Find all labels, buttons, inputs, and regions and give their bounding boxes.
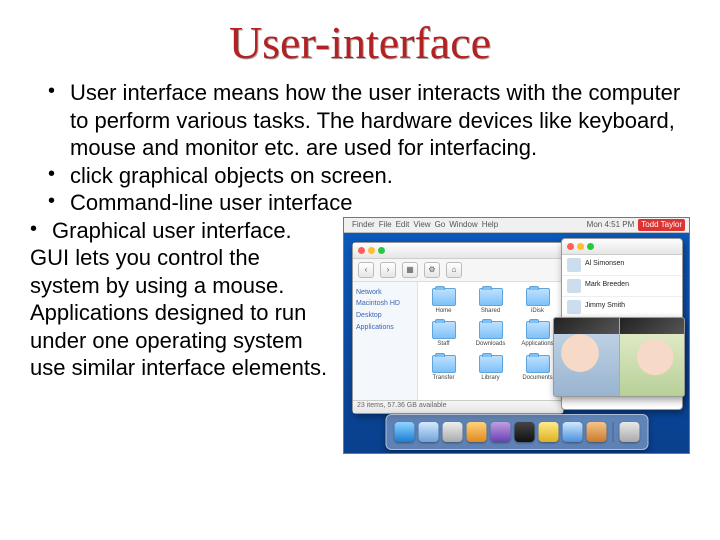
video-face bbox=[554, 318, 619, 396]
folder-label: Shared bbox=[481, 308, 500, 316]
menu-item: Window bbox=[449, 220, 477, 230]
bullet-item: User interface means how the user intera… bbox=[48, 79, 690, 162]
dock bbox=[385, 414, 648, 450]
folder-icon bbox=[479, 355, 503, 373]
folder-icon bbox=[526, 288, 550, 306]
minimize-icon bbox=[577, 243, 584, 250]
menu-item: Finder bbox=[352, 220, 375, 230]
avatar-icon bbox=[567, 279, 581, 293]
zoom-icon bbox=[378, 247, 385, 254]
video-face bbox=[619, 318, 685, 396]
zoom-icon bbox=[587, 243, 594, 250]
folder-icon bbox=[526, 321, 550, 339]
finder-sidebar: Network Macintosh HD Desktop Application… bbox=[353, 282, 418, 400]
avatar-icon bbox=[567, 300, 581, 314]
folder-icon bbox=[432, 355, 456, 373]
finder-window: ‹ › ▦ ⚙ ⌂ Network Macintosh HD Desktop bbox=[352, 242, 564, 414]
folder-label: Downloads bbox=[476, 341, 506, 349]
menubar-clock: Mon 4:51 PM bbox=[587, 220, 635, 230]
folder-icon bbox=[432, 321, 456, 339]
dock-finder-icon bbox=[394, 422, 414, 442]
slide: User-interface User interface means how … bbox=[0, 0, 720, 540]
sidebar-item: Macintosh HD bbox=[356, 300, 414, 309]
dock-separator bbox=[612, 422, 613, 442]
window-controls bbox=[562, 239, 682, 255]
sidebar-item: Network bbox=[356, 289, 414, 298]
folder-icon bbox=[432, 288, 456, 306]
dock-imovie-icon bbox=[514, 422, 534, 442]
folder-item: Transfer bbox=[422, 355, 465, 383]
dock-itunes-icon bbox=[490, 422, 510, 442]
folder-icon bbox=[479, 321, 503, 339]
buddy-name: Al Simonsen bbox=[585, 260, 624, 269]
bullet-item: click graphical objects on screen. bbox=[48, 162, 690, 190]
menu-item: Edit bbox=[396, 220, 410, 230]
dock-app-icon bbox=[562, 422, 582, 442]
bullet-list: Graphical user interface. bbox=[30, 217, 335, 245]
back-icon: ‹ bbox=[358, 262, 374, 278]
slide-body: User interface means how the user intera… bbox=[30, 79, 690, 454]
buddy-item: Jimmy Smith bbox=[562, 297, 682, 318]
home-icon: ⌂ bbox=[446, 262, 462, 278]
forward-icon: › bbox=[380, 262, 396, 278]
folder-item: Shared bbox=[469, 288, 512, 316]
folder-item: Home bbox=[422, 288, 465, 316]
menu-item: View bbox=[413, 220, 430, 230]
menu-item: Go bbox=[435, 220, 446, 230]
folder-label: Documents bbox=[522, 375, 552, 383]
finder-file-grid: Home Shared iDisk Staff Downloads Applic… bbox=[418, 282, 563, 400]
slide-title: User-interface bbox=[30, 16, 690, 69]
close-icon bbox=[358, 247, 365, 254]
folder-label: iDisk bbox=[531, 308, 544, 316]
dock-app-icon bbox=[586, 422, 606, 442]
avatar-icon bbox=[567, 258, 581, 272]
dock-iphoto-icon bbox=[538, 422, 558, 442]
buddy-item: Al Simonsen bbox=[562, 255, 682, 276]
folder-item: Library bbox=[469, 355, 512, 383]
window-controls bbox=[353, 243, 563, 259]
folder-label: Staff bbox=[437, 341, 449, 349]
close-icon bbox=[567, 243, 574, 250]
bullet-item: Graphical user interface. bbox=[30, 217, 335, 245]
macos-screenshot: Finder File Edit View Go Window Help Mon… bbox=[343, 217, 690, 454]
video-chat-window bbox=[553, 317, 685, 397]
dock-safari-icon bbox=[418, 422, 438, 442]
view-icon: ▦ bbox=[402, 262, 418, 278]
folder-icon bbox=[526, 355, 550, 373]
folder-item: Downloads bbox=[469, 321, 512, 349]
gui-paragraph: GUI lets you control the system by using… bbox=[30, 244, 335, 382]
folder-label: Applications bbox=[521, 341, 553, 349]
dock-trash-icon bbox=[619, 422, 639, 442]
menu-item: Help bbox=[482, 220, 498, 230]
menu-item: File bbox=[379, 220, 392, 230]
folder-icon bbox=[479, 288, 503, 306]
dock-ichat-icon bbox=[466, 422, 486, 442]
bullet-item: Command-line user interface bbox=[48, 189, 690, 217]
folder-label: Home bbox=[435, 308, 451, 316]
menubar-user: Todd Taylor bbox=[638, 219, 685, 231]
folder-label: Transfer bbox=[432, 375, 454, 383]
menubar: Finder File Edit View Go Window Help Mon… bbox=[344, 218, 689, 233]
buddy-item: Mark Breeden bbox=[562, 276, 682, 297]
folder-label: Library bbox=[481, 375, 499, 383]
sidebar-item: Desktop bbox=[356, 312, 414, 321]
folder-item: Staff bbox=[422, 321, 465, 349]
buddy-name: Mark Breeden bbox=[585, 281, 629, 290]
folder-item: iDisk bbox=[516, 288, 559, 316]
bullet-list: User interface means how the user intera… bbox=[48, 79, 690, 217]
dock-mail-icon bbox=[442, 422, 462, 442]
minimize-icon bbox=[368, 247, 375, 254]
buddy-name: Jimmy Smith bbox=[585, 302, 625, 311]
finder-toolbar: ‹ › ▦ ⚙ ⌂ bbox=[353, 259, 563, 282]
action-icon: ⚙ bbox=[424, 262, 440, 278]
sidebar-item: Applications bbox=[356, 324, 414, 333]
finder-statusbar: 23 items, 57.36 GB available bbox=[353, 400, 563, 413]
